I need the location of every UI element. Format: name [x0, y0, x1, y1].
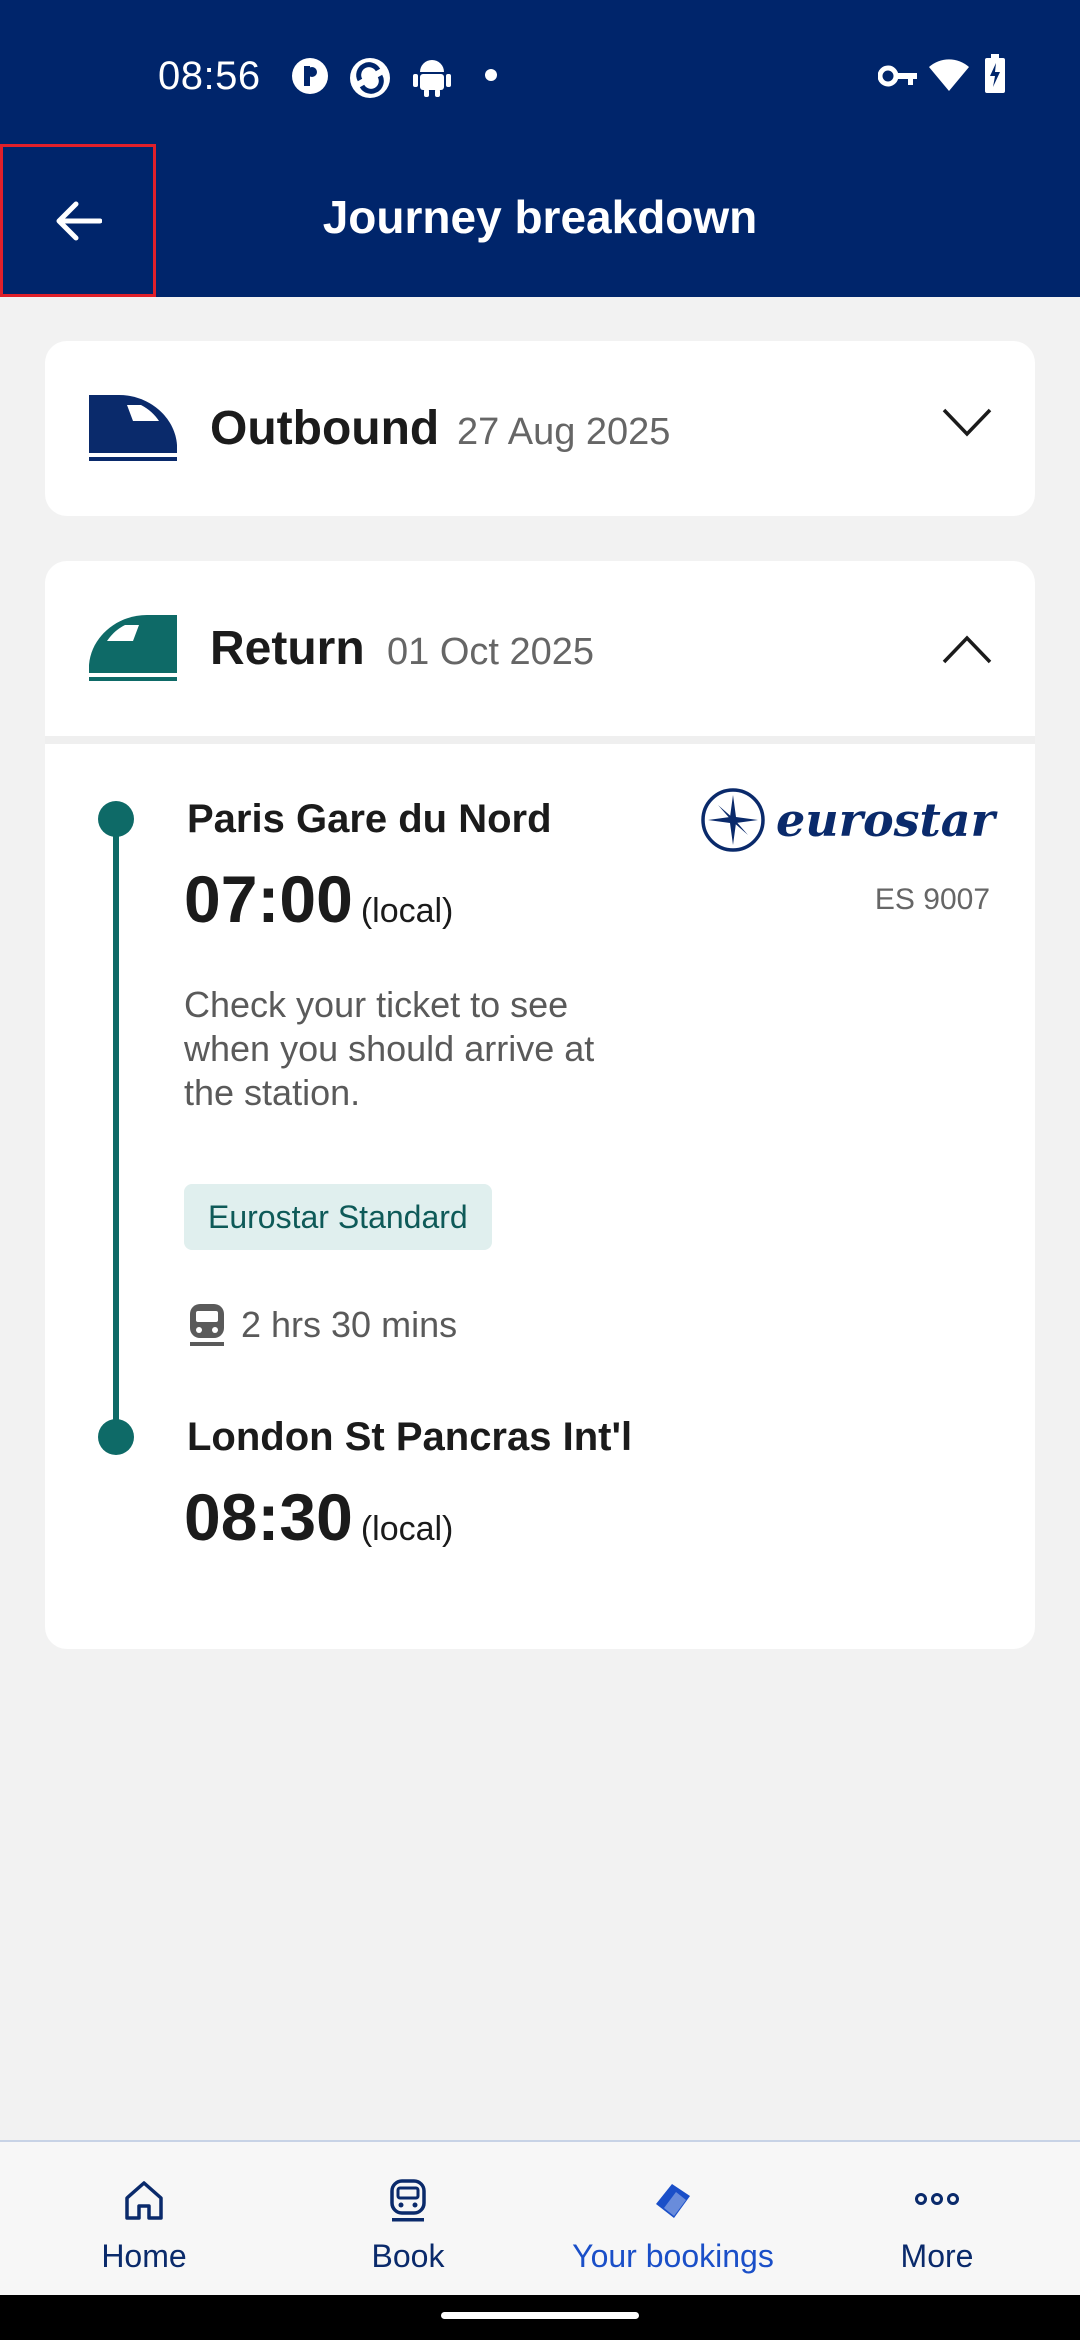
- return-label: Return: [210, 622, 365, 675]
- departure-dot: [98, 801, 134, 837]
- arrival-time-note: (local): [360, 1510, 454, 1548]
- nav-your-bookings-label: Your bookings: [572, 2238, 774, 2274]
- nav-home-label: Home: [101, 2238, 187, 2274]
- sync-app-icon: [348, 56, 392, 105]
- home-gesture-handle[interactable]: [441, 2312, 639, 2319]
- train-number: ES 9007: [874, 883, 990, 916]
- arrival-time: 08:30: [184, 1480, 353, 1554]
- nav-book[interactable]: Book: [273, 2142, 543, 2297]
- outbound-card[interactable]: Outbound 27 Aug 2025: [45, 341, 1035, 516]
- departure-time-note: (local): [360, 892, 454, 930]
- status-bar: 08:56: [0, 36, 1080, 116]
- nav-more-label: More: [900, 2238, 974, 2274]
- outbound-header[interactable]: Outbound 27 Aug 2025: [45, 341, 1035, 516]
- chevron-up-icon[interactable]: [942, 635, 992, 670]
- android-icon: [412, 56, 452, 103]
- eurostar-logo: eurostar: [700, 787, 995, 853]
- bottom-navigation: Home Book Your bookings More: [0, 2140, 1080, 2295]
- journey-timeline-line: [113, 819, 119, 1439]
- battery-charging-icon: [984, 54, 1006, 99]
- arrival-advice-note: Check your ticket to see when you should…: [184, 984, 595, 1113]
- nav-more[interactable]: More: [802, 2142, 1072, 2297]
- departure-time-row: 07:00 (local): [184, 861, 453, 937]
- train-icon: [390, 2179, 426, 2222]
- arrival-dot: [98, 1419, 134, 1455]
- arrival-station: London St Pancras Int'l: [187, 1415, 633, 1459]
- outbound-train-icon: [89, 391, 179, 468]
- nav-book-label: Book: [371, 2238, 445, 2274]
- more-dots-icon: [915, 2193, 959, 2205]
- section-divider: [45, 736, 1035, 744]
- duration-text: 2 hrs 30 mins: [241, 1304, 458, 1345]
- departure-time: 07:00: [184, 862, 353, 936]
- outbound-label: Outbound: [210, 402, 440, 455]
- departure-station: Paris Gare du Nord: [187, 797, 552, 841]
- chevron-down-icon[interactable]: [942, 407, 992, 442]
- return-date: 01 Oct 2025: [387, 631, 595, 673]
- status-time: 08:56: [158, 54, 261, 98]
- class-badge-label: Eurostar Standard: [208, 1198, 468, 1235]
- train-front-icon: [190, 1304, 224, 1346]
- outbound-date: 27 Aug 2025: [457, 411, 671, 453]
- return-card: Return 01 Oct 2025 Paris Gare du Nord 07…: [45, 561, 1035, 1649]
- app-bar: 08:56 Journey breakdown: [0, 0, 1080, 297]
- vpn-key-icon: [877, 62, 918, 95]
- page-title: Journey breakdown: [322, 191, 758, 243]
- wifi-icon: [928, 58, 970, 97]
- notification-dot-icon: [484, 68, 498, 87]
- gesture-bar: [0, 2295, 1080, 2340]
- operator-name: eurostar: [776, 793, 995, 847]
- nav-your-bookings[interactable]: Your bookings: [538, 2142, 808, 2297]
- eurostar-star-icon: [701, 788, 765, 852]
- p-app-icon: [290, 56, 330, 101]
- return-header[interactable]: Return 01 Oct 2025: [45, 561, 1035, 736]
- return-train-icon: [89, 611, 179, 688]
- tickets-icon: [656, 2184, 690, 2218]
- arrival-time-row: 08:30 (local): [184, 1479, 453, 1555]
- nav-home[interactable]: Home: [9, 2142, 279, 2297]
- class-badge: Eurostar Standard: [184, 1184, 492, 1250]
- journey-duration: 2 hrs 30 mins: [187, 1302, 457, 1348]
- home-icon: [125, 2181, 163, 2220]
